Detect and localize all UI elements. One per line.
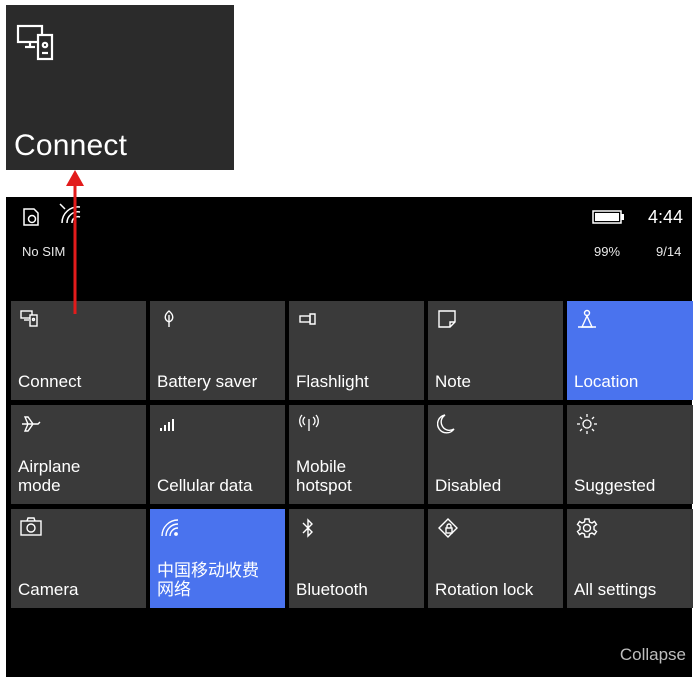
quick-action-note[interactable]: Note — [428, 301, 563, 400]
settings-gear-icon — [576, 517, 598, 538]
clock-time: 4:44 — [648, 207, 684, 227]
quick-action-label: Disabled — [435, 476, 502, 495]
quick-action-camera[interactable]: Camera — [11, 509, 146, 608]
wifi-icon — [159, 517, 179, 537]
quick-action-quiet-hours[interactable]: Disabled — [428, 405, 563, 504]
quick-action-label: Cellular data — [157, 476, 253, 495]
quick-action-location[interactable]: Location — [567, 301, 693, 400]
annotation-arrow-icon — [60, 168, 90, 318]
quick-action-flashlight[interactable]: Flashlight — [289, 301, 424, 400]
location-icon — [576, 309, 596, 329]
quick-action-battery-saver[interactable]: Battery saver — [150, 301, 285, 400]
camera-icon — [20, 517, 42, 537]
battery-icon — [592, 209, 626, 225]
quick-action-label: All settings — [574, 580, 657, 599]
quick-action-label: Flashlight — [296, 372, 369, 391]
action-center: 4:44 No SIM 99% 9/14 Connect Battery sav… — [6, 197, 693, 677]
quick-action-label: Mobile hotspot — [296, 457, 352, 495]
quick-action-label: Camera — [18, 580, 79, 599]
sim-status: No SIM — [22, 244, 66, 259]
status-bar: 4:44 No SIM 99% 9/14 — [6, 197, 692, 287]
hotspot-icon — [298, 413, 319, 433]
rotation-lock-icon — [437, 517, 458, 538]
quick-action-label: Note — [435, 372, 471, 391]
battery-saver-status-icon — [22, 207, 40, 227]
quick-action-brightness[interactable]: Suggested — [567, 405, 693, 504]
quick-action-bluetooth[interactable]: Bluetooth — [289, 509, 424, 608]
quick-action-label: Rotation lock — [435, 580, 534, 599]
connect-icon — [16, 23, 60, 63]
cellular-data-icon — [159, 413, 179, 433]
note-icon — [437, 309, 457, 329]
connect-tile-zoomed[interactable]: Connect — [6, 5, 234, 170]
quick-action-label: Airplane mode — [18, 457, 81, 495]
battery-percent: 99% — [594, 244, 621, 259]
quick-action-label: Bluetooth — [296, 580, 368, 599]
quick-action-label: Suggested — [574, 476, 656, 495]
brightness-icon — [576, 413, 597, 434]
quick-action-wifi[interactable]: 中国移动收费 网络 — [150, 509, 285, 608]
quick-action-rotation-lock[interactable]: Rotation lock — [428, 509, 563, 608]
quick-action-all-settings[interactable]: All settings — [567, 509, 693, 608]
quick-action-cellular-data[interactable]: Cellular data — [150, 405, 285, 504]
bluetooth-icon — [298, 517, 318, 538]
battery-saver-icon — [159, 309, 179, 329]
quick-action-mobile-hotspot[interactable]: Mobile hotspot — [289, 405, 424, 504]
moon-icon — [437, 413, 457, 434]
quick-actions-grid: Connect Battery saver Flashlight Note Lo… — [11, 301, 693, 608]
quick-action-label: Location — [574, 372, 639, 391]
quick-action-label: Connect — [18, 372, 82, 391]
quick-action-airplane-mode[interactable]: Airplane mode — [11, 405, 146, 504]
connect-icon — [20, 309, 40, 329]
collapse-button[interactable]: Collapse — [620, 645, 686, 665]
connect-label-zoomed: Connect — [14, 129, 128, 162]
flashlight-icon — [298, 309, 318, 329]
date: 9/14 — [656, 244, 682, 259]
quick-action-label: Battery saver — [157, 372, 258, 391]
airplane-icon — [20, 413, 41, 433]
quick-action-label: 中国移动收费 网络 — [157, 561, 259, 599]
